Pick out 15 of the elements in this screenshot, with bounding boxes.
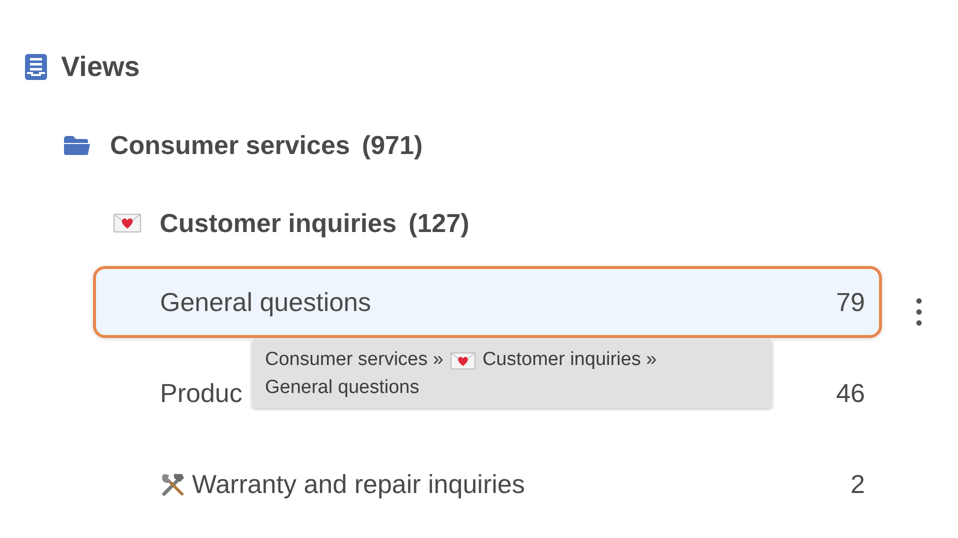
folder-icon [64,135,90,155]
category-name: Customer inquiries [160,208,397,238]
document-icon [25,54,47,80]
item-count: (127) [408,208,470,238]
more-options-icon[interactable] [916,298,922,326]
tooltip-text: Consumer services » [265,348,444,372]
envelope-icon [450,350,476,370]
section-title: Views [61,51,140,83]
item-count: (971) [362,130,423,160]
envelope-icon [113,211,142,235]
tooltip-text: General questions [265,376,420,400]
view-item[interactable]: General questions 79 [93,266,882,338]
folder-name: Consumer services [110,130,350,160]
view-item[interactable]: Warranty and repair inquiries 2 [93,448,882,520]
tooltip-text: Customer inquiries » [482,348,657,372]
